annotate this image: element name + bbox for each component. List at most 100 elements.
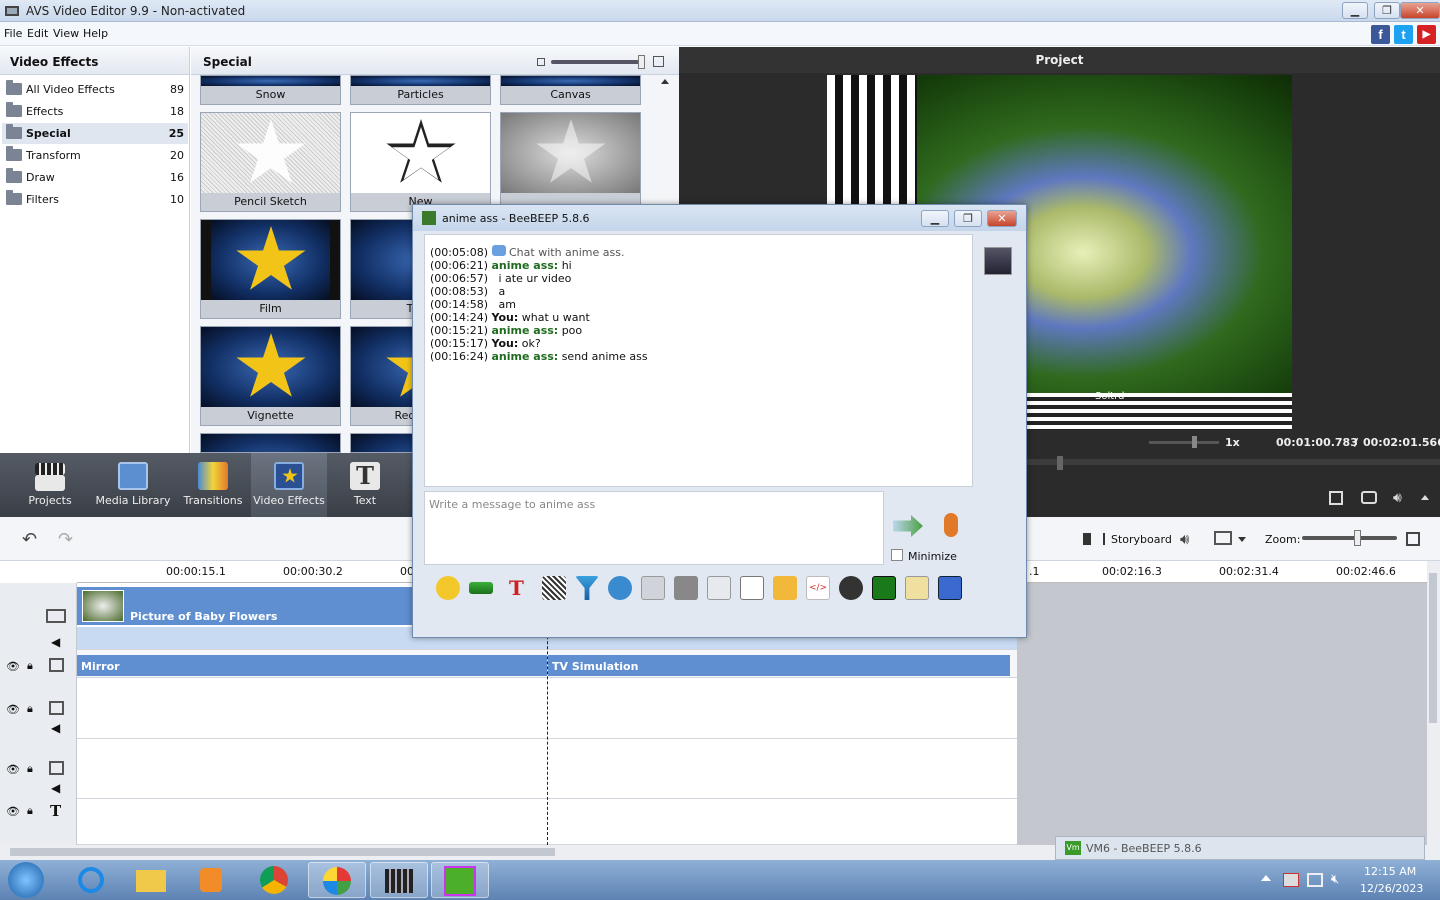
effect-thumb-newsprint[interactable]: New bbox=[350, 112, 491, 212]
small-thumb-icon[interactable] bbox=[537, 58, 545, 66]
terminal-icon[interactable] bbox=[872, 576, 896, 600]
eye-icon[interactable]: 👁︎ bbox=[6, 763, 20, 776]
eye-icon[interactable]: 👁︎ bbox=[6, 703, 20, 716]
taskbar-avs-editor[interactable] bbox=[370, 862, 428, 898]
effect-thumb-canvas[interactable]: Canvas bbox=[500, 75, 641, 105]
category-all-video-effects[interactable]: All Video Effects 89 bbox=[2, 79, 188, 100]
minimized-chat-window[interactable]: Vm VM6 - BeeBEEP 5.8.6 bbox=[1055, 836, 1425, 860]
facebook-icon[interactable]: f bbox=[1371, 25, 1390, 44]
media-library-button[interactable]: Media Library bbox=[94, 453, 172, 517]
clock-time[interactable]: 12:15 AM bbox=[1364, 865, 1416, 878]
category-filters[interactable]: Filters 10 bbox=[2, 189, 188, 210]
more-icon[interactable] bbox=[1421, 495, 1429, 500]
notes-icon[interactable] bbox=[905, 576, 929, 600]
contact-avatar[interactable] bbox=[984, 247, 1012, 275]
window-icon[interactable] bbox=[938, 576, 962, 600]
menu-view[interactable]: View bbox=[53, 27, 79, 40]
redo-icon[interactable]: ↷ bbox=[58, 529, 73, 550]
webcam-icon[interactable] bbox=[839, 576, 863, 600]
category-draw[interactable]: Draw 16 bbox=[2, 167, 188, 188]
microphone-icon[interactable] bbox=[944, 513, 958, 537]
scroll-up-icon[interactable] bbox=[661, 79, 669, 84]
chevron-down-icon[interactable] bbox=[1238, 537, 1246, 542]
slider-handle[interactable] bbox=[638, 55, 645, 69]
category-effects[interactable]: Effects 18 bbox=[2, 101, 188, 122]
video-effects-button[interactable]: Video Effects bbox=[251, 453, 327, 517]
speed-slider-handle[interactable] bbox=[1192, 436, 1197, 448]
text-button[interactable]: T Text bbox=[333, 453, 397, 517]
lock-icon[interactable]: 🔒︎ bbox=[27, 702, 33, 716]
audio-track-icon[interactable]: ◀ bbox=[51, 635, 60, 649]
eye-icon[interactable]: 👁︎ bbox=[6, 660, 20, 673]
snapshot-icon[interactable] bbox=[1361, 491, 1377, 504]
eye-icon[interactable]: 👁︎ bbox=[6, 805, 20, 818]
menu-help[interactable]: Help bbox=[83, 27, 108, 40]
network-icon[interactable] bbox=[1307, 873, 1323, 887]
aspect-icon[interactable] bbox=[1214, 531, 1232, 545]
minimize-checkbox[interactable] bbox=[891, 549, 903, 561]
close-button[interactable]: ✕ bbox=[1400, 2, 1440, 19]
screenshot-icon[interactable] bbox=[674, 576, 698, 600]
effect-thumb[interactable] bbox=[200, 433, 341, 453]
taskbar-chrome[interactable] bbox=[246, 862, 304, 898]
color-icon[interactable] bbox=[542, 576, 566, 600]
code-icon[interactable]: </> bbox=[806, 576, 830, 600]
volume-icon[interactable]: 🔊︎ bbox=[1393, 490, 1402, 506]
vertical-scrollbar[interactable] bbox=[1427, 561, 1440, 845]
thumb-size-slider[interactable] bbox=[551, 60, 641, 64]
lock-icon[interactable]: 🔒︎ bbox=[27, 659, 33, 673]
taskbar-windows-app[interactable] bbox=[308, 862, 366, 898]
youtube-icon[interactable]: ▶ bbox=[1417, 25, 1436, 44]
send-icon[interactable] bbox=[893, 515, 923, 537]
filter-icon[interactable] bbox=[575, 576, 599, 600]
taskbar-ie[interactable] bbox=[62, 862, 120, 898]
chat-close-button[interactable]: ✕ bbox=[987, 210, 1017, 227]
folder-send-icon[interactable] bbox=[773, 576, 797, 600]
audio-settings-icon[interactable]: 🔊︎ bbox=[1180, 530, 1189, 548]
start-button[interactable] bbox=[8, 862, 44, 898]
settings-icon[interactable] bbox=[608, 576, 632, 600]
tray-expand-icon[interactable] bbox=[1261, 875, 1271, 881]
menu-file[interactable]: File bbox=[4, 27, 22, 40]
effect-clip-mirror[interactable]: Mirror bbox=[77, 655, 547, 676]
effect-thumb-film[interactable]: Film bbox=[200, 219, 341, 319]
effect-thumb-pencil-sketch[interactable]: Pencil Sketch bbox=[200, 112, 341, 212]
zoom-slider-handle[interactable] bbox=[1354, 530, 1361, 546]
audio-track-icon[interactable]: ◀ bbox=[51, 781, 60, 795]
maximize-button[interactable]: ❐ bbox=[1374, 2, 1400, 19]
chat-maximize-button[interactable]: ❐ bbox=[954, 210, 982, 227]
zoom-slider[interactable] bbox=[1302, 536, 1397, 540]
effect-thumb-old-movie[interactable] bbox=[500, 112, 641, 212]
lock-icon[interactable]: 🔒︎ bbox=[27, 762, 33, 776]
fullscreen-icon[interactable] bbox=[1329, 491, 1343, 505]
menu-edit[interactable]: Edit bbox=[27, 27, 48, 40]
font-icon[interactable]: T bbox=[509, 576, 533, 600]
category-transform[interactable]: Transform 20 bbox=[2, 145, 188, 166]
save-icon[interactable] bbox=[641, 576, 665, 600]
music-icon[interactable] bbox=[707, 576, 731, 600]
clock-date[interactable]: 12/26/2023 bbox=[1360, 882, 1423, 895]
chat-minimize-button[interactable]: ▁ bbox=[921, 210, 949, 227]
scroll-thumb[interactable] bbox=[10, 848, 555, 856]
scroll-thumb[interactable] bbox=[1429, 573, 1437, 723]
file-icon[interactable] bbox=[740, 576, 764, 600]
volume-muted-icon[interactable]: 🔇︎ bbox=[1331, 872, 1339, 887]
lock-icon[interactable]: 🔒︎ bbox=[27, 804, 33, 818]
effect-thumb-particles[interactable]: Particles bbox=[350, 75, 491, 105]
undo-icon[interactable]: ↶ bbox=[22, 529, 37, 550]
taskbar-beebeep[interactable] bbox=[431, 862, 489, 898]
large-thumb-icon[interactable] bbox=[653, 56, 664, 67]
effect-thumb-vignette[interactable]: Vignette bbox=[200, 326, 341, 426]
taskbar-explorer[interactable] bbox=[122, 862, 180, 898]
scrubber-handle[interactable] bbox=[1057, 456, 1063, 470]
highlight-icon[interactable] bbox=[469, 582, 493, 594]
transitions-button[interactable]: Transitions bbox=[180, 453, 246, 517]
speed-slider[interactable] bbox=[1149, 441, 1219, 444]
message-input[interactable]: Write a message to anime ass bbox=[424, 491, 884, 565]
effect-thumb-snow[interactable]: Snow bbox=[200, 75, 341, 105]
projects-button[interactable]: Projects bbox=[14, 453, 86, 517]
effect-clip-tv-simulation[interactable]: TV Simulation bbox=[548, 655, 1010, 676]
action-center-icon[interactable] bbox=[1283, 873, 1299, 887]
video-clip[interactable]: Picture of Baby Flowers bbox=[77, 587, 412, 625]
minimize-button[interactable]: ▁ bbox=[1342, 2, 1368, 19]
